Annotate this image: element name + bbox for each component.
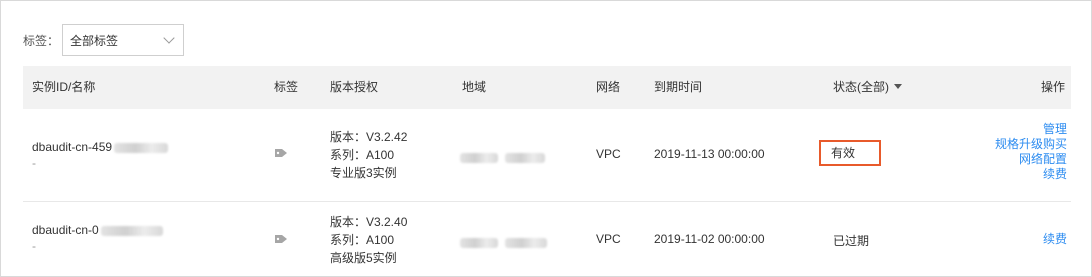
- table-header: 实例ID/名称 标签 版本授权 地域 网络 到期时间 状态(全部) 操作: [23, 66, 1071, 109]
- instance-subtitle: -: [32, 156, 36, 170]
- instance-name: dbaudit-cn-459: [32, 140, 113, 154]
- actions-cell: 续费: [1043, 232, 1067, 247]
- manage-link[interactable]: 管理: [995, 122, 1067, 137]
- instance-list-panel: 标签： 全部标签 实例ID/名称 标签 版本授权 地域 网络 到期时间 状态(全…: [0, 0, 1092, 277]
- version-text: 版本：V3.2.42: [330, 130, 408, 144]
- header-expiry: 到期时间: [654, 80, 703, 94]
- instance-name: dbaudit-cn-0: [32, 223, 99, 237]
- status-text: 已过期: [833, 234, 870, 248]
- header-status-label: 状态(全部): [833, 80, 889, 94]
- header-network: 网络: [596, 80, 621, 94]
- network-config-link[interactable]: 网络配置: [995, 152, 1067, 167]
- redacted-text: [100, 225, 163, 236]
- redacted-region: [505, 152, 546, 163]
- series-text: 系列：A100: [330, 148, 395, 162]
- instance-name-cell: dbaudit-cn-0 -: [32, 222, 163, 254]
- region-cell: [460, 235, 548, 249]
- table-row: dbaudit-cn-0 - 版本：V3.2.40 系列：A100 高级版5实例…: [23, 202, 1071, 276]
- header-region: 地域: [462, 80, 487, 94]
- tag-filter-select-value: 全部标签: [70, 33, 119, 48]
- tag-icon[interactable]: [274, 148, 288, 158]
- status-cell: 有效: [819, 140, 882, 166]
- renew-link[interactable]: 续费: [1043, 232, 1067, 247]
- tag-filter-label: 标签：: [23, 33, 60, 48]
- table-row: dbaudit-cn-459 - 版本：V3.2.42 系列：A100 专业版3…: [23, 109, 1071, 202]
- redacted-text: [114, 142, 169, 153]
- actions-cell: 管理 规格升级购买 网络配置 续费: [995, 122, 1067, 182]
- upgrade-link[interactable]: 规格升级购买: [995, 137, 1067, 152]
- redacted-region: [505, 237, 548, 248]
- redacted-region: [460, 152, 498, 163]
- network-cell: VPC: [596, 147, 621, 161]
- tag-filter-select[interactable]: 全部标签: [62, 24, 185, 56]
- license-cell: 版本：V3.2.40 系列：A100 高级版5实例: [330, 213, 407, 267]
- renew-link[interactable]: 续费: [995, 167, 1067, 182]
- header-actions: 操作: [1040, 80, 1065, 94]
- version-text: 版本：V3.2.40: [330, 215, 408, 229]
- status-badge: 有效: [819, 140, 882, 166]
- region-cell: [460, 150, 546, 164]
- tag-icon[interactable]: [274, 234, 288, 244]
- network-cell: VPC: [596, 232, 621, 246]
- chevron-down-icon: [163, 32, 175, 44]
- expiry-cell: 2019-11-13 00:00:00: [654, 147, 765, 161]
- caret-down-icon: [894, 84, 902, 90]
- series-text: 系列：A100: [330, 233, 395, 247]
- instance-subtitle: -: [32, 239, 36, 253]
- redacted-region: [460, 237, 498, 248]
- header-status-filter[interactable]: 状态(全部): [833, 66, 902, 109]
- header-license: 版本授权: [330, 80, 379, 94]
- header-tag: 标签: [274, 80, 299, 94]
- instance-name-cell: dbaudit-cn-459 -: [32, 139, 169, 171]
- license-cell: 版本：V3.2.42 系列：A100 专业版3实例: [330, 128, 407, 182]
- expiry-cell: 2019-11-02 00:00:00: [654, 232, 765, 246]
- header-instance: 实例ID/名称: [32, 80, 96, 94]
- tag-filter: 标签： 全部标签: [23, 23, 185, 57]
- edition-text: 高级版5实例: [330, 251, 397, 265]
- edition-text: 专业版3实例: [330, 166, 397, 180]
